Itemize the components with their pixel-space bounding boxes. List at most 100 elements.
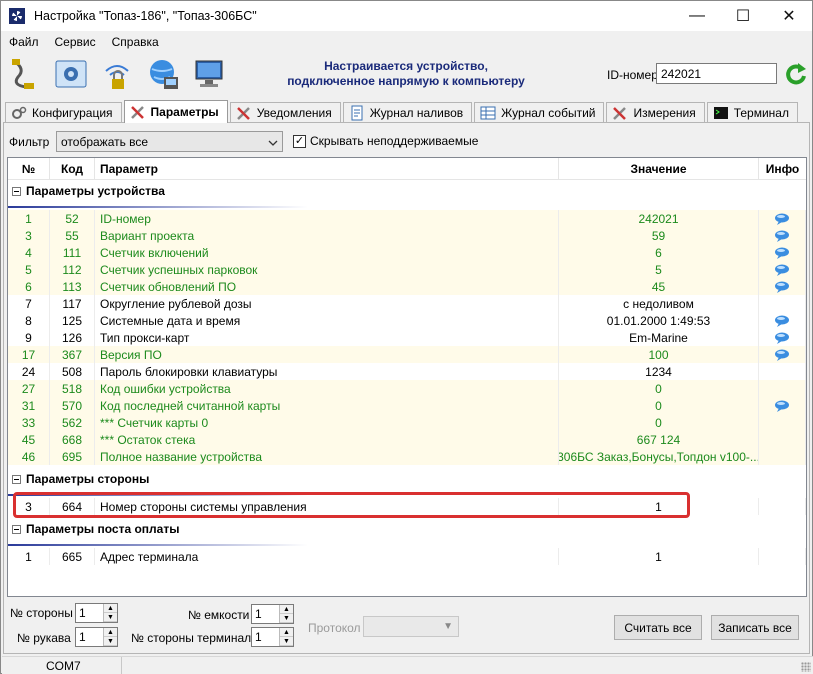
table-row[interactable]: 1 665 Адрес терминала 1 <box>8 548 806 565</box>
tab-fuel-log[interactable]: Журнал наливов <box>342 102 473 123</box>
wifi-lock-icon[interactable] <box>99 56 135 92</box>
tab-event-log[interactable]: Журнал событий <box>474 102 605 123</box>
info-bubble-icon[interactable] <box>774 349 790 361</box>
sleeve-number-spinner[interactable]: 1 ▲ ▼ <box>75 627 118 647</box>
spin-up-icon[interactable]: ▲ <box>280 605 293 614</box>
menu-service[interactable]: Сервис <box>47 35 104 49</box>
collapse-toggle-icon[interactable] <box>12 474 21 484</box>
cell-info[interactable] <box>759 227 806 244</box>
cell-info[interactable] <box>759 278 806 295</box>
cell-value[interactable]: Em-Marine <box>559 329 759 346</box>
table-row[interactable]: 31 570 Код последней считанной карты 0 <box>8 397 806 414</box>
globe-network-icon[interactable] <box>145 56 181 92</box>
connect-cable-icon[interactable] <box>7 56 43 92</box>
hide-unsupported-checkbox[interactable]: ✓ <box>293 134 306 148</box>
column-header-param[interactable]: Параметр <box>95 158 559 180</box>
terminal-side-spinner[interactable]: 1 ▲ ▼ <box>251 627 294 647</box>
info-bubble-icon[interactable] <box>774 230 790 242</box>
column-header-value[interactable]: Значение <box>559 158 759 180</box>
info-bubble-icon[interactable] <box>774 281 790 293</box>
table-row[interactable]: 9 126 Тип прокси-карт Em-Marine <box>8 329 806 346</box>
tab-configuration[interactable]: Конфигурация <box>5 102 122 123</box>
resize-grip-icon[interactable] <box>801 662 811 672</box>
info-bubble-icon[interactable] <box>774 400 790 412</box>
spin-up-icon[interactable]: ▲ <box>104 604 117 613</box>
cell-info[interactable] <box>759 244 806 261</box>
cell-info[interactable] <box>759 210 806 227</box>
tab-measurements[interactable]: Измерения <box>606 102 705 123</box>
info-bubble-icon[interactable] <box>774 315 790 327</box>
cell-value[interactable]: 01.01.2000 1:49:53 <box>559 312 759 329</box>
table-row[interactable]: 5 112 Счетчик успешных парковок 5 <box>8 261 806 278</box>
menu-help[interactable]: Справка <box>104 35 167 49</box>
info-bubble-icon[interactable] <box>774 332 790 344</box>
menu-file[interactable]: Файл <box>1 35 47 49</box>
table-row[interactable]: 6 113 Счетчик обновлений ПО 45 <box>8 278 806 295</box>
column-header-num[interactable]: № <box>8 158 50 180</box>
cell-info[interactable] <box>759 312 806 329</box>
close-button[interactable]: ✕ <box>766 1 812 31</box>
table-row[interactable]: 1 52 ID-номер 242021 <box>8 210 806 227</box>
group-header[interactable]: Параметры устройства <box>8 180 806 202</box>
table-row[interactable]: 4 111 Счетчик включений 6 <box>8 244 806 261</box>
cell-value[interactable]: 306БС Заказ,Бонусы,Топдон v100-... <box>559 448 759 465</box>
group-header[interactable]: Параметры поста оплаты <box>8 518 806 540</box>
cell-value[interactable]: 667 124 <box>559 431 759 448</box>
spin-down-icon[interactable]: ▼ <box>280 637 293 646</box>
id-number-input[interactable] <box>656 63 777 84</box>
spin-down-icon[interactable]: ▼ <box>104 637 117 646</box>
filter-dropdown[interactable]: отображать все <box>56 131 283 152</box>
column-header-code[interactable]: Код <box>50 158 95 180</box>
cell-info[interactable] <box>759 329 806 346</box>
table-row[interactable]: 45 668 *** Остаток стека 667 124 <box>8 431 806 448</box>
collapse-toggle-icon[interactable] <box>12 186 21 196</box>
side-number-spinner[interactable]: 1 ▲ ▼ <box>75 603 118 623</box>
table-row[interactable]: 7 117 Округление рублевой дозы с недоливом <box>8 295 806 312</box>
cell-value[interactable]: 0 <box>559 397 759 414</box>
write-all-button[interactable]: Записать все <box>711 615 799 640</box>
monitor-icon[interactable] <box>191 56 227 92</box>
column-header-info[interactable]: Инфо <box>759 158 806 180</box>
read-all-button[interactable]: Считать все <box>614 615 702 640</box>
table-row[interactable]: 8 125 Системные дата и время 01.01.2000 1:4… <box>8 312 806 329</box>
terminal-side-value[interactable]: 1 <box>252 628 279 646</box>
tank-number-value[interactable]: 1 <box>252 605 279 623</box>
cell-value[interactable]: 1 <box>559 548 759 565</box>
cell-info[interactable] <box>759 346 806 363</box>
settings-panel-icon[interactable] <box>53 56 89 92</box>
spin-up-icon[interactable]: ▲ <box>280 628 293 637</box>
side-number-value[interactable]: 1 <box>76 604 103 622</box>
cell-value[interactable]: 0 <box>559 414 759 431</box>
spin-up-icon[interactable]: ▲ <box>104 628 117 637</box>
table-row[interactable]: 24 508 Пароль блокировки клавиатуры 1234 <box>8 363 806 380</box>
cell-info[interactable] <box>759 261 806 278</box>
sleeve-number-value[interactable]: 1 <box>76 628 103 646</box>
refresh-icon[interactable] <box>782 61 808 87</box>
table-row[interactable]: 46 695 Полное название устройства 306БС Зак… <box>8 448 806 465</box>
cell-value[interactable]: с недоливом <box>559 295 759 312</box>
cell-value[interactable]: 45 <box>559 278 759 295</box>
table-row[interactable]: 33 562 *** Счетчик карты 00 <box>8 414 806 431</box>
protocol-dropdown[interactable]: ▼ <box>363 616 459 637</box>
info-bubble-icon[interactable] <box>774 247 790 259</box>
cell-value[interactable]: 100 <box>559 346 759 363</box>
maximize-button[interactable]: ☐ <box>720 1 766 31</box>
minimize-button[interactable]: — <box>674 1 720 31</box>
info-bubble-icon[interactable] <box>774 213 790 225</box>
tab-parameters[interactable]: Параметры <box>123 100 228 123</box>
info-bubble-icon[interactable] <box>774 264 790 276</box>
cell-value[interactable]: 59 <box>559 227 759 244</box>
cell-value[interactable]: 242021 <box>559 210 759 227</box>
hide-unsupported-option[interactable]: ✓ Скрывать неподдерживаемые <box>293 134 478 148</box>
table-row[interactable]: 27 518 Код ошибки устройства 0 <box>8 380 806 397</box>
tab-terminal[interactable]: Терминал <box>706 102 798 123</box>
cell-value[interactable]: 0 <box>559 380 759 397</box>
group-header[interactable]: Параметры стороны <box>8 468 806 490</box>
cell-info[interactable] <box>759 397 806 414</box>
tab-notifications[interactable]: Уведомления <box>229 102 341 123</box>
cell-value[interactable]: 6 <box>559 244 759 261</box>
cell-value[interactable]: 5 <box>559 261 759 278</box>
collapse-toggle-icon[interactable] <box>12 524 21 534</box>
spin-down-icon[interactable]: ▼ <box>280 614 293 623</box>
cell-value[interactable]: 1234 <box>559 363 759 380</box>
